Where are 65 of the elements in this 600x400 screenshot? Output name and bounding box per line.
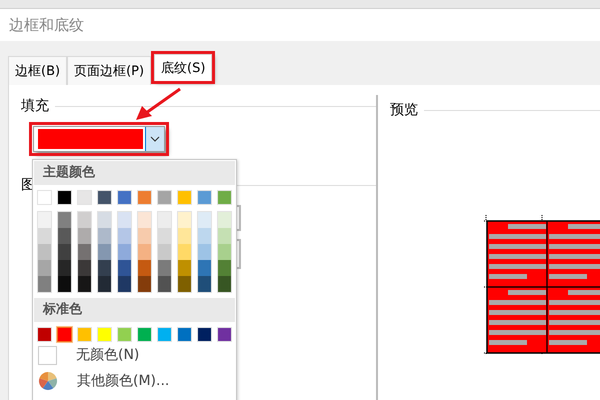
color-swatch[interactable] — [198, 244, 211, 260]
tab[interactable]: 页面边框(P) — [67, 56, 152, 85]
section-label: 填充 — [21, 97, 49, 115]
color-swatch[interactable] — [98, 212, 111, 228]
color-swatch[interactable] — [138, 228, 151, 244]
color-swatch[interactable] — [158, 276, 171, 292]
color-swatch[interactable] — [138, 212, 151, 228]
color-swatch[interactable] — [218, 244, 231, 260]
color-swatch[interactable] — [38, 212, 51, 228]
color-swatch[interactable] — [78, 260, 91, 276]
color-swatch[interactable] — [98, 228, 111, 244]
color-swatch[interactable] — [178, 212, 191, 228]
color-swatch[interactable] — [218, 276, 231, 292]
color-swatch[interactable] — [38, 276, 51, 292]
color-swatch[interactable] — [198, 260, 211, 276]
tab[interactable]: 边框(B) — [8, 56, 68, 85]
color-swatch[interactable] — [78, 228, 91, 244]
color-swatch[interactable] — [58, 260, 71, 276]
color-swatch[interactable] — [57, 327, 72, 342]
color-swatch[interactable] — [158, 228, 171, 244]
color-swatch[interactable] — [58, 228, 71, 244]
color-swatch[interactable] — [218, 212, 231, 228]
color-swatch[interactable] — [158, 260, 171, 276]
color-swatch[interactable] — [198, 212, 211, 228]
color-swatch[interactable] — [218, 260, 231, 276]
color-swatch[interactable] — [138, 244, 151, 260]
annotation-arrow — [134, 86, 184, 122]
color-swatch[interactable] — [118, 228, 131, 244]
chevron-down-icon — [150, 136, 160, 142]
color-swatch[interactable] — [158, 212, 171, 228]
color-swatch[interactable] — [38, 228, 51, 244]
color-swatch[interactable] — [78, 244, 91, 260]
menu-heading: 标准色 — [34, 298, 235, 322]
color-swatch[interactable] — [98, 260, 111, 276]
color-swatch[interactable] — [178, 260, 191, 276]
color-swatch[interactable] — [98, 244, 111, 260]
color-swatch[interactable] — [158, 244, 171, 260]
color-swatch[interactable] — [78, 276, 91, 292]
color-swatch[interactable] — [118, 244, 131, 260]
menu-heading: 主题颜色 — [34, 161, 235, 185]
color-swatch[interactable] — [138, 276, 151, 292]
color-swatch[interactable] — [118, 260, 131, 276]
color-swatch[interactable] — [178, 276, 191, 292]
color-wheel-icon — [38, 371, 58, 391]
color-swatch[interactable] — [118, 276, 131, 292]
color-swatch[interactable] — [38, 244, 51, 260]
color-swatch[interactable] — [38, 260, 51, 276]
color-swatch[interactable] — [78, 212, 91, 228]
empty-swatch-icon — [38, 346, 57, 364]
color-swatch[interactable] — [58, 276, 71, 292]
color-swatch[interactable] — [118, 212, 131, 228]
window-title: 边框和底纹 — [9, 16, 84, 34]
color-swatch[interactable] — [198, 228, 211, 244]
color-swatch[interactable] — [58, 244, 71, 260]
color-swatch[interactable] — [178, 228, 191, 244]
menu-item[interactable]: 无颜色(N) — [33, 342, 236, 368]
color-swatch[interactable] — [198, 276, 211, 292]
color-swatch[interactable] — [58, 212, 71, 228]
color-swatch[interactable] — [138, 260, 151, 276]
color-swatch[interactable] — [98, 276, 111, 292]
section-label: 预览 — [390, 101, 418, 119]
color-swatch[interactable] — [178, 244, 191, 260]
tab[interactable]: 底纹(S) — [154, 54, 212, 81]
menu-item[interactable]: 其他颜色(M)... — [33, 368, 236, 394]
color-swatch[interactable] — [218, 228, 231, 244]
